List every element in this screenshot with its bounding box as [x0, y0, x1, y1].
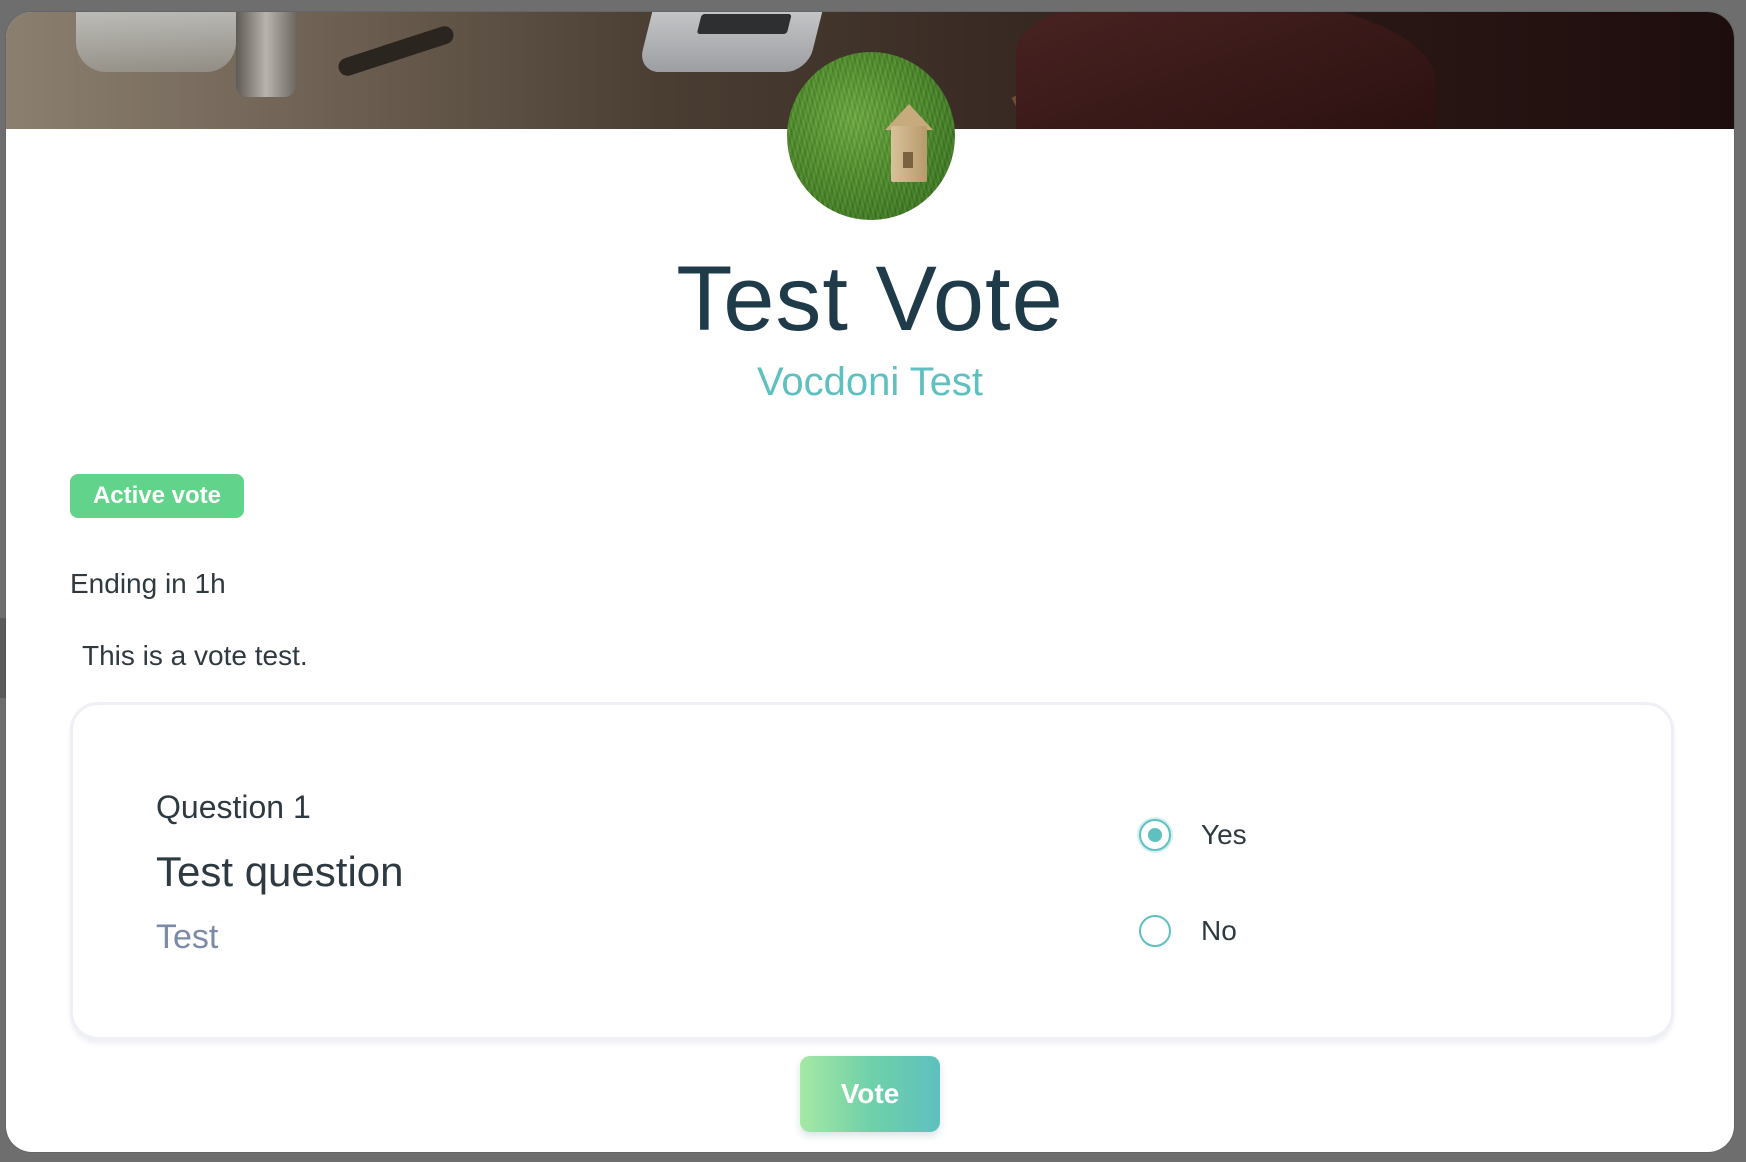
question-number: Question 1 — [156, 789, 311, 825]
vote-modal: Test Vote Vocdoni Test Active vote Endin… — [6, 12, 1734, 1152]
question-description: Test — [156, 918, 219, 956]
process-title: Test Vote — [676, 248, 1064, 350]
banner-keyboard-shape — [696, 14, 792, 34]
ending-countdown: Ending in 1h — [70, 568, 226, 599]
avatar-grass-texture — [787, 52, 955, 220]
option-yes-label[interactable]: Yes — [1201, 819, 1247, 851]
radio-no[interactable] — [1139, 915, 1171, 947]
banner-glass-shape — [76, 12, 236, 72]
radio-yes[interactable] — [1139, 819, 1171, 851]
option-no-label[interactable]: No — [1201, 915, 1237, 947]
banner-plank-shape — [336, 23, 456, 79]
status-badge: Active vote — [70, 474, 244, 518]
organization-name[interactable]: Vocdoni Test — [6, 360, 1734, 404]
option-no[interactable]: No — [1139, 911, 1237, 951]
vote-button[interactable]: Vote — [800, 1056, 940, 1132]
question-title: Test question — [156, 848, 404, 895]
avatar-house-door — [903, 152, 913, 168]
question-card: Question 1 Test question Test Yes No — [70, 702, 1674, 1040]
organization-avatar — [787, 52, 955, 220]
banner-bottle-shape — [236, 12, 296, 97]
option-yes[interactable]: Yes — [1139, 815, 1247, 855]
banner-sleeve-shape — [1016, 12, 1436, 129]
process-description: This is a vote test. — [82, 640, 308, 671]
